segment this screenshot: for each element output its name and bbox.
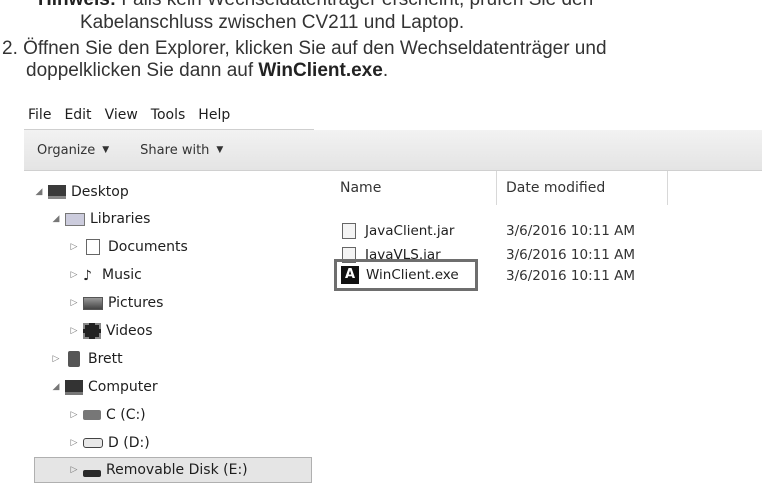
collapsed-arrow-icon[interactable]: ▷: [68, 270, 80, 280]
tree-item-videos[interactable]: ▷ Videos: [68, 319, 153, 343]
tree-label: C (C:): [106, 407, 146, 423]
tree-label: Removable Disk (E:): [106, 462, 248, 478]
libraries-icon: [65, 212, 85, 226]
collapsed-arrow-icon[interactable]: ▷: [68, 326, 80, 336]
organize-button[interactable]: Organize ▼: [24, 143, 109, 158]
collapsed-arrow-icon[interactable]: ▷: [68, 298, 80, 308]
expanded-arrow-icon[interactable]: ◢: [50, 214, 62, 224]
tree-label: Documents: [108, 239, 188, 255]
note-text: Falls kein Wechseldatenträger erscheint,…: [116, 0, 593, 10]
expanded-arrow-icon[interactable]: ◢: [50, 382, 62, 392]
tree-item-c-drive[interactable]: ▷ C (C:): [68, 403, 146, 427]
note-line: Hinweis: Falls kein Wechseldatenträger e…: [38, 0, 593, 11]
file-list-pane: Name Date modified JavaClient.jar 3/6/20…: [330, 171, 762, 501]
collapsed-arrow-icon[interactable]: ▷: [68, 410, 80, 420]
tree-item-libraries[interactable]: ◢ Libraries: [50, 207, 151, 231]
menu-edit[interactable]: Edit: [64, 107, 91, 123]
tree-item-music[interactable]: ▷ ♪ Music: [68, 263, 142, 287]
tree-item-d-drive[interactable]: ▷ D (D:): [68, 431, 150, 455]
computer-icon: [65, 379, 83, 395]
collapsed-arrow-icon[interactable]: ▷: [68, 465, 80, 475]
tree-label: Music: [102, 267, 142, 283]
note-label: Hinweis:: [38, 0, 116, 10]
music-icon: ♪: [83, 268, 92, 284]
step-2-period: .: [382, 60, 389, 81]
tree-label: Libraries: [90, 211, 151, 227]
menu-file[interactable]: File: [28, 107, 51, 123]
column-header-date-modified[interactable]: Date modified: [506, 171, 605, 205]
documents-icon: [86, 239, 100, 255]
column-separator[interactable]: [667, 171, 668, 205]
file-name: JavaClient.jar: [365, 223, 455, 239]
step-2-line-continued: doppelklicken Sie dann auf WinClient.exe…: [26, 60, 388, 82]
collapsed-arrow-icon[interactable]: ▷: [50, 354, 62, 364]
tree-label: Brett: [88, 351, 123, 367]
tree-label: Pictures: [108, 295, 164, 311]
videos-icon: [83, 323, 101, 339]
tree-item-brett[interactable]: ▷ Brett: [50, 347, 123, 371]
chevron-down-icon: ▼: [102, 145, 110, 155]
explorer-window-screenshot: File Edit View Tools Help Organize ▼ Sha…: [24, 101, 762, 501]
file-name: WinClient.exe: [366, 267, 459, 283]
organize-label: Organize: [37, 142, 96, 158]
tree-item-computer[interactable]: ◢ Computer: [50, 375, 158, 399]
tree-item-removable-disk[interactable]: ▷ Removable Disk (E:): [34, 457, 312, 483]
share-with-button[interactable]: Share with ▼: [127, 143, 223, 158]
user-folder-icon: [68, 351, 80, 367]
tree-label: Computer: [88, 379, 158, 395]
expanded-arrow-icon[interactable]: ◢: [33, 187, 45, 197]
note-line-continued: Kabelanschluss zwischen CV211 und Laptop…: [80, 12, 465, 33]
tree-label: D (D:): [108, 435, 150, 451]
tree-label: Desktop: [71, 184, 129, 200]
menu-bar: File Edit View Tools Help: [24, 101, 314, 130]
file-date: 3/6/2016 10:11 AM: [506, 223, 636, 239]
share-with-label: Share with: [140, 142, 210, 158]
exe-app-icon: A: [341, 266, 359, 284]
file-date: 3/6/2016 10:11 AM: [506, 268, 636, 284]
menu-help[interactable]: Help: [198, 107, 230, 123]
winclient-filename: WinClient.exe: [258, 60, 383, 81]
collapsed-arrow-icon[interactable]: ▷: [68, 438, 80, 448]
navigation-pane: ◢ Desktop ◢ Libraries ▷ Documents ▷ ♪ Mu…: [24, 171, 324, 501]
step-2-line: 2. Öffnen Sie den Explorer, klicken Sie …: [2, 38, 607, 59]
collapsed-arrow-icon[interactable]: ▷: [68, 242, 80, 252]
pictures-icon: [83, 296, 103, 310]
drive-icon: [83, 438, 103, 448]
file-row-javaclient[interactable]: JavaClient.jar: [342, 220, 454, 242]
menu-tools[interactable]: Tools: [151, 107, 186, 123]
desktop-icon: [48, 185, 66, 199]
menu-view[interactable]: View: [105, 107, 138, 123]
file-date: 3/6/2016 10:11 AM: [506, 247, 636, 263]
jar-file-icon: [342, 223, 356, 239]
tree-label: Videos: [106, 323, 153, 339]
removable-disk-icon: [83, 469, 101, 477]
command-toolbar: Organize ▼ Share with ▼: [24, 130, 762, 171]
tree-item-pictures[interactable]: ▷ Pictures: [68, 291, 164, 315]
tree-item-desktop[interactable]: ◢ Desktop: [33, 180, 129, 204]
chevron-down-icon: ▼: [216, 145, 224, 155]
hard-drive-icon: [83, 410, 101, 420]
column-separator[interactable]: [496, 171, 497, 205]
tree-item-documents[interactable]: ▷ Documents: [68, 235, 188, 259]
step-2-text: doppelklicken Sie dann auf: [26, 60, 259, 81]
file-row-winclient[interactable]: A WinClient.exe: [341, 264, 459, 286]
column-header-name[interactable]: Name: [340, 171, 381, 205]
